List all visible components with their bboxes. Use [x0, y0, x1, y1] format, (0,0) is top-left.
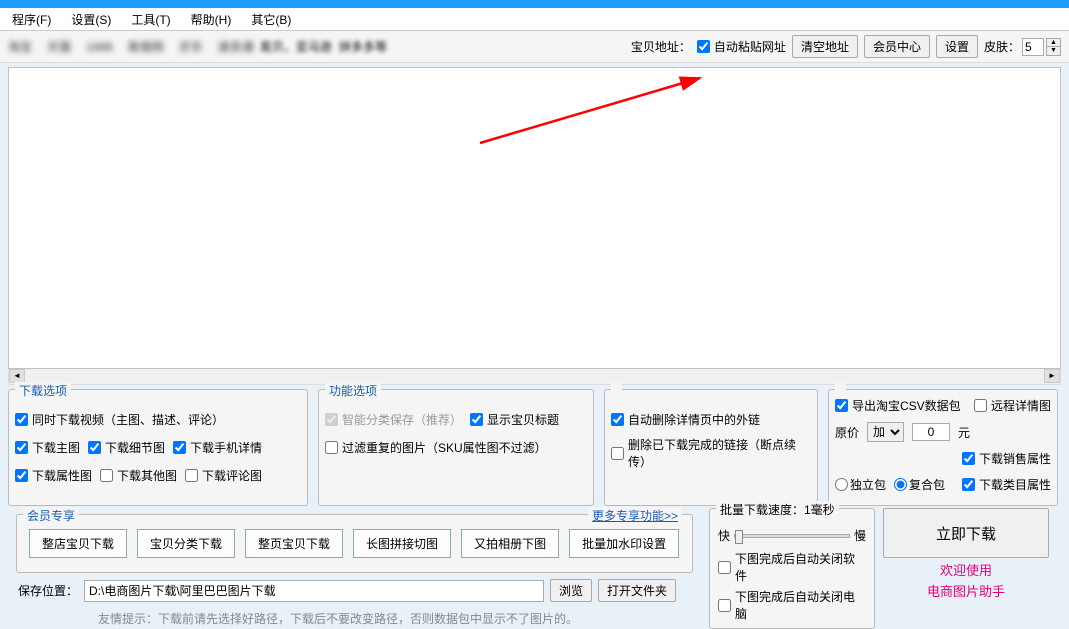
price-value-input[interactable]	[912, 423, 950, 441]
price-label: 原价	[835, 424, 859, 441]
save-path-row: 保存位置： 浏览 打开文件夹	[8, 573, 701, 608]
url-textarea[interactable]	[8, 67, 1061, 369]
skin-spinner[interactable]: ▲▼	[1046, 38, 1061, 56]
member-center-button[interactable]: 会员中心	[864, 35, 930, 58]
menu-bar: 程序(F) 设置(S) 工具(T) 帮助(H) 其它(B)	[0, 8, 1069, 31]
skin-input[interactable]	[1022, 38, 1044, 56]
vip-legend: 会员专享	[23, 507, 79, 524]
address-label: 宝贝地址：	[631, 38, 691, 55]
open-folder-button[interactable]: 打开文件夹	[598, 579, 676, 602]
speed-slider[interactable]	[734, 534, 850, 538]
speed-fast-label: 快	[718, 527, 730, 544]
combo-pack-radio[interactable]: 复合包	[894, 476, 945, 493]
price-op-select[interactable]: 加	[867, 422, 904, 442]
welcome-text-2: 电商图片助手	[883, 581, 1049, 600]
vip-watermark-button[interactable]: 批量加水印设置	[569, 529, 679, 558]
sources-extra: 易贝、亚马逊 拼多多等	[260, 38, 387, 55]
download-main-checkbox[interactable]: 下载主图	[15, 439, 80, 456]
function-options-legend: 功能选项	[325, 382, 381, 399]
skin-label: 皮肤：	[984, 38, 1020, 55]
close-pc-checkbox[interactable]: 下图完成后自动关闭电脑	[718, 588, 866, 622]
browse-button[interactable]: 浏览	[550, 579, 592, 602]
download-comment-checkbox[interactable]: 下载评论图	[185, 467, 262, 484]
remote-detail-checkbox[interactable]: 远程详情图	[974, 397, 1051, 414]
vip-group: 会员专享 更多专享功能>> 整店宝贝下载 宝贝分类下载 整页宝贝下载 长图拼接切…	[16, 514, 693, 573]
sale-attr-checkbox[interactable]: 下载销售属性	[962, 450, 1051, 467]
save-path-input[interactable]	[84, 580, 544, 602]
options-grid: 下载选项 同时下载视频（主图、描述、评论） 下载主图 下载细节图 下载手机详情 …	[0, 385, 1069, 506]
settings-button[interactable]: 设置	[936, 35, 978, 58]
export-csv-checkbox[interactable]: 导出淘宝CSV数据包	[835, 397, 961, 414]
bottom-area: 会员专享 更多专享功能>> 整店宝贝下载 宝贝分类下载 整页宝贝下载 长图拼接切…	[0, 506, 1069, 629]
link-options-group: 自动删除详情页中的外链 删除已下载完成的链接（断点续传）	[604, 389, 818, 506]
cat-attr-checkbox[interactable]: 下载类目属性	[962, 476, 1051, 493]
vip-whole-store-button[interactable]: 整店宝贝下载	[29, 529, 127, 558]
more-vip-link[interactable]: 更多专享功能>>	[588, 507, 682, 524]
show-title-checkbox[interactable]: 显示宝贝标题	[470, 411, 559, 428]
close-software-checkbox[interactable]: 下图完成后自动关闭软件	[718, 550, 866, 584]
menu-other[interactable]: 其它(B)	[251, 11, 291, 28]
export-options-group: 导出淘宝CSV数据包 远程详情图 原价 加 元 下载销售属性 独立包 复合包 下…	[828, 389, 1058, 506]
single-pack-radio[interactable]: 独立包	[835, 476, 886, 493]
menu-help[interactable]: 帮助(H)	[191, 11, 232, 28]
download-options-group: 下载选项 同时下载视频（主图、描述、评论） 下载主图 下载细节图 下载手机详情 …	[8, 389, 308, 506]
price-unit: 元	[958, 424, 970, 441]
source-sites: 淘宝天猫1688 敦煌网京东速卖通	[8, 38, 254, 55]
download-other-checkbox[interactable]: 下载其他图	[100, 467, 177, 484]
smart-save-checkbox: 智能分类保存（推荐）	[325, 411, 462, 428]
del-external-checkbox[interactable]: 自动删除详情页中的外链	[611, 411, 760, 428]
filter-dup-checkbox[interactable]: 过滤重复的图片（SKU属性图不过滤）	[325, 439, 547, 456]
del-finished-checkbox[interactable]: 删除已下载完成的链接（断点续传）	[611, 436, 811, 470]
start-download-button[interactable]: 立即下载	[883, 508, 1049, 558]
download-mobile-checkbox[interactable]: 下载手机详情	[173, 439, 262, 456]
skin-selector: 皮肤： ▲▼	[984, 38, 1061, 56]
download-video-checkbox[interactable]: 同时下载视频（主图、描述、评论）	[15, 411, 224, 428]
horizontal-scrollbar[interactable]: ◄ ►	[8, 369, 1061, 385]
download-options-legend: 下载选项	[15, 382, 71, 399]
vip-long-image-button[interactable]: 长图拼接切图	[353, 529, 451, 558]
vip-category-button[interactable]: 宝贝分类下载	[137, 529, 235, 558]
menu-tools[interactable]: 工具(T)	[131, 11, 170, 28]
toolbar: 淘宝天猫1688 敦煌网京东速卖通 易贝、亚马逊 拼多多等 宝贝地址： 自动粘贴…	[0, 31, 1069, 63]
download-detail-checkbox[interactable]: 下载细节图	[88, 439, 165, 456]
title-bar	[0, 0, 1069, 8]
save-path-label: 保存位置：	[18, 582, 78, 599]
clear-address-button[interactable]: 清空地址	[792, 35, 858, 58]
auto-paste-checkbox[interactable]: 自动粘贴网址	[697, 38, 786, 55]
menu-settings[interactable]: 设置(S)	[71, 11, 111, 28]
vip-youpai-button[interactable]: 又拍相册下图	[461, 529, 559, 558]
scroll-right-icon[interactable]: ►	[1044, 369, 1060, 383]
speed-slow-label: 慢	[854, 527, 866, 544]
welcome-text-1: 欢迎使用	[883, 560, 1049, 579]
speed-group: 批量下载速度：1毫秒 快 慢 下图完成后自动关闭软件 下图完成后自动关闭电脑	[709, 508, 875, 629]
hint-text: 友情提示：下载前请先选择好路径，下载后不要改变路径，否则数据包中显示不了图片的。	[8, 608, 701, 627]
menu-program[interactable]: 程序(F)	[12, 11, 51, 28]
scroll-left-icon[interactable]: ◄	[9, 369, 25, 383]
vip-whole-page-button[interactable]: 整页宝贝下载	[245, 529, 343, 558]
action-panel: 立即下载 欢迎使用 电商图片助手	[883, 508, 1049, 629]
speed-legend: 批量下载速度：1毫秒	[716, 501, 839, 518]
download-attr-checkbox[interactable]: 下载属性图	[15, 467, 92, 484]
function-options-group: 功能选项 智能分类保存（推荐） 显示宝贝标题 过滤重复的图片（SKU属性图不过滤…	[318, 389, 594, 506]
